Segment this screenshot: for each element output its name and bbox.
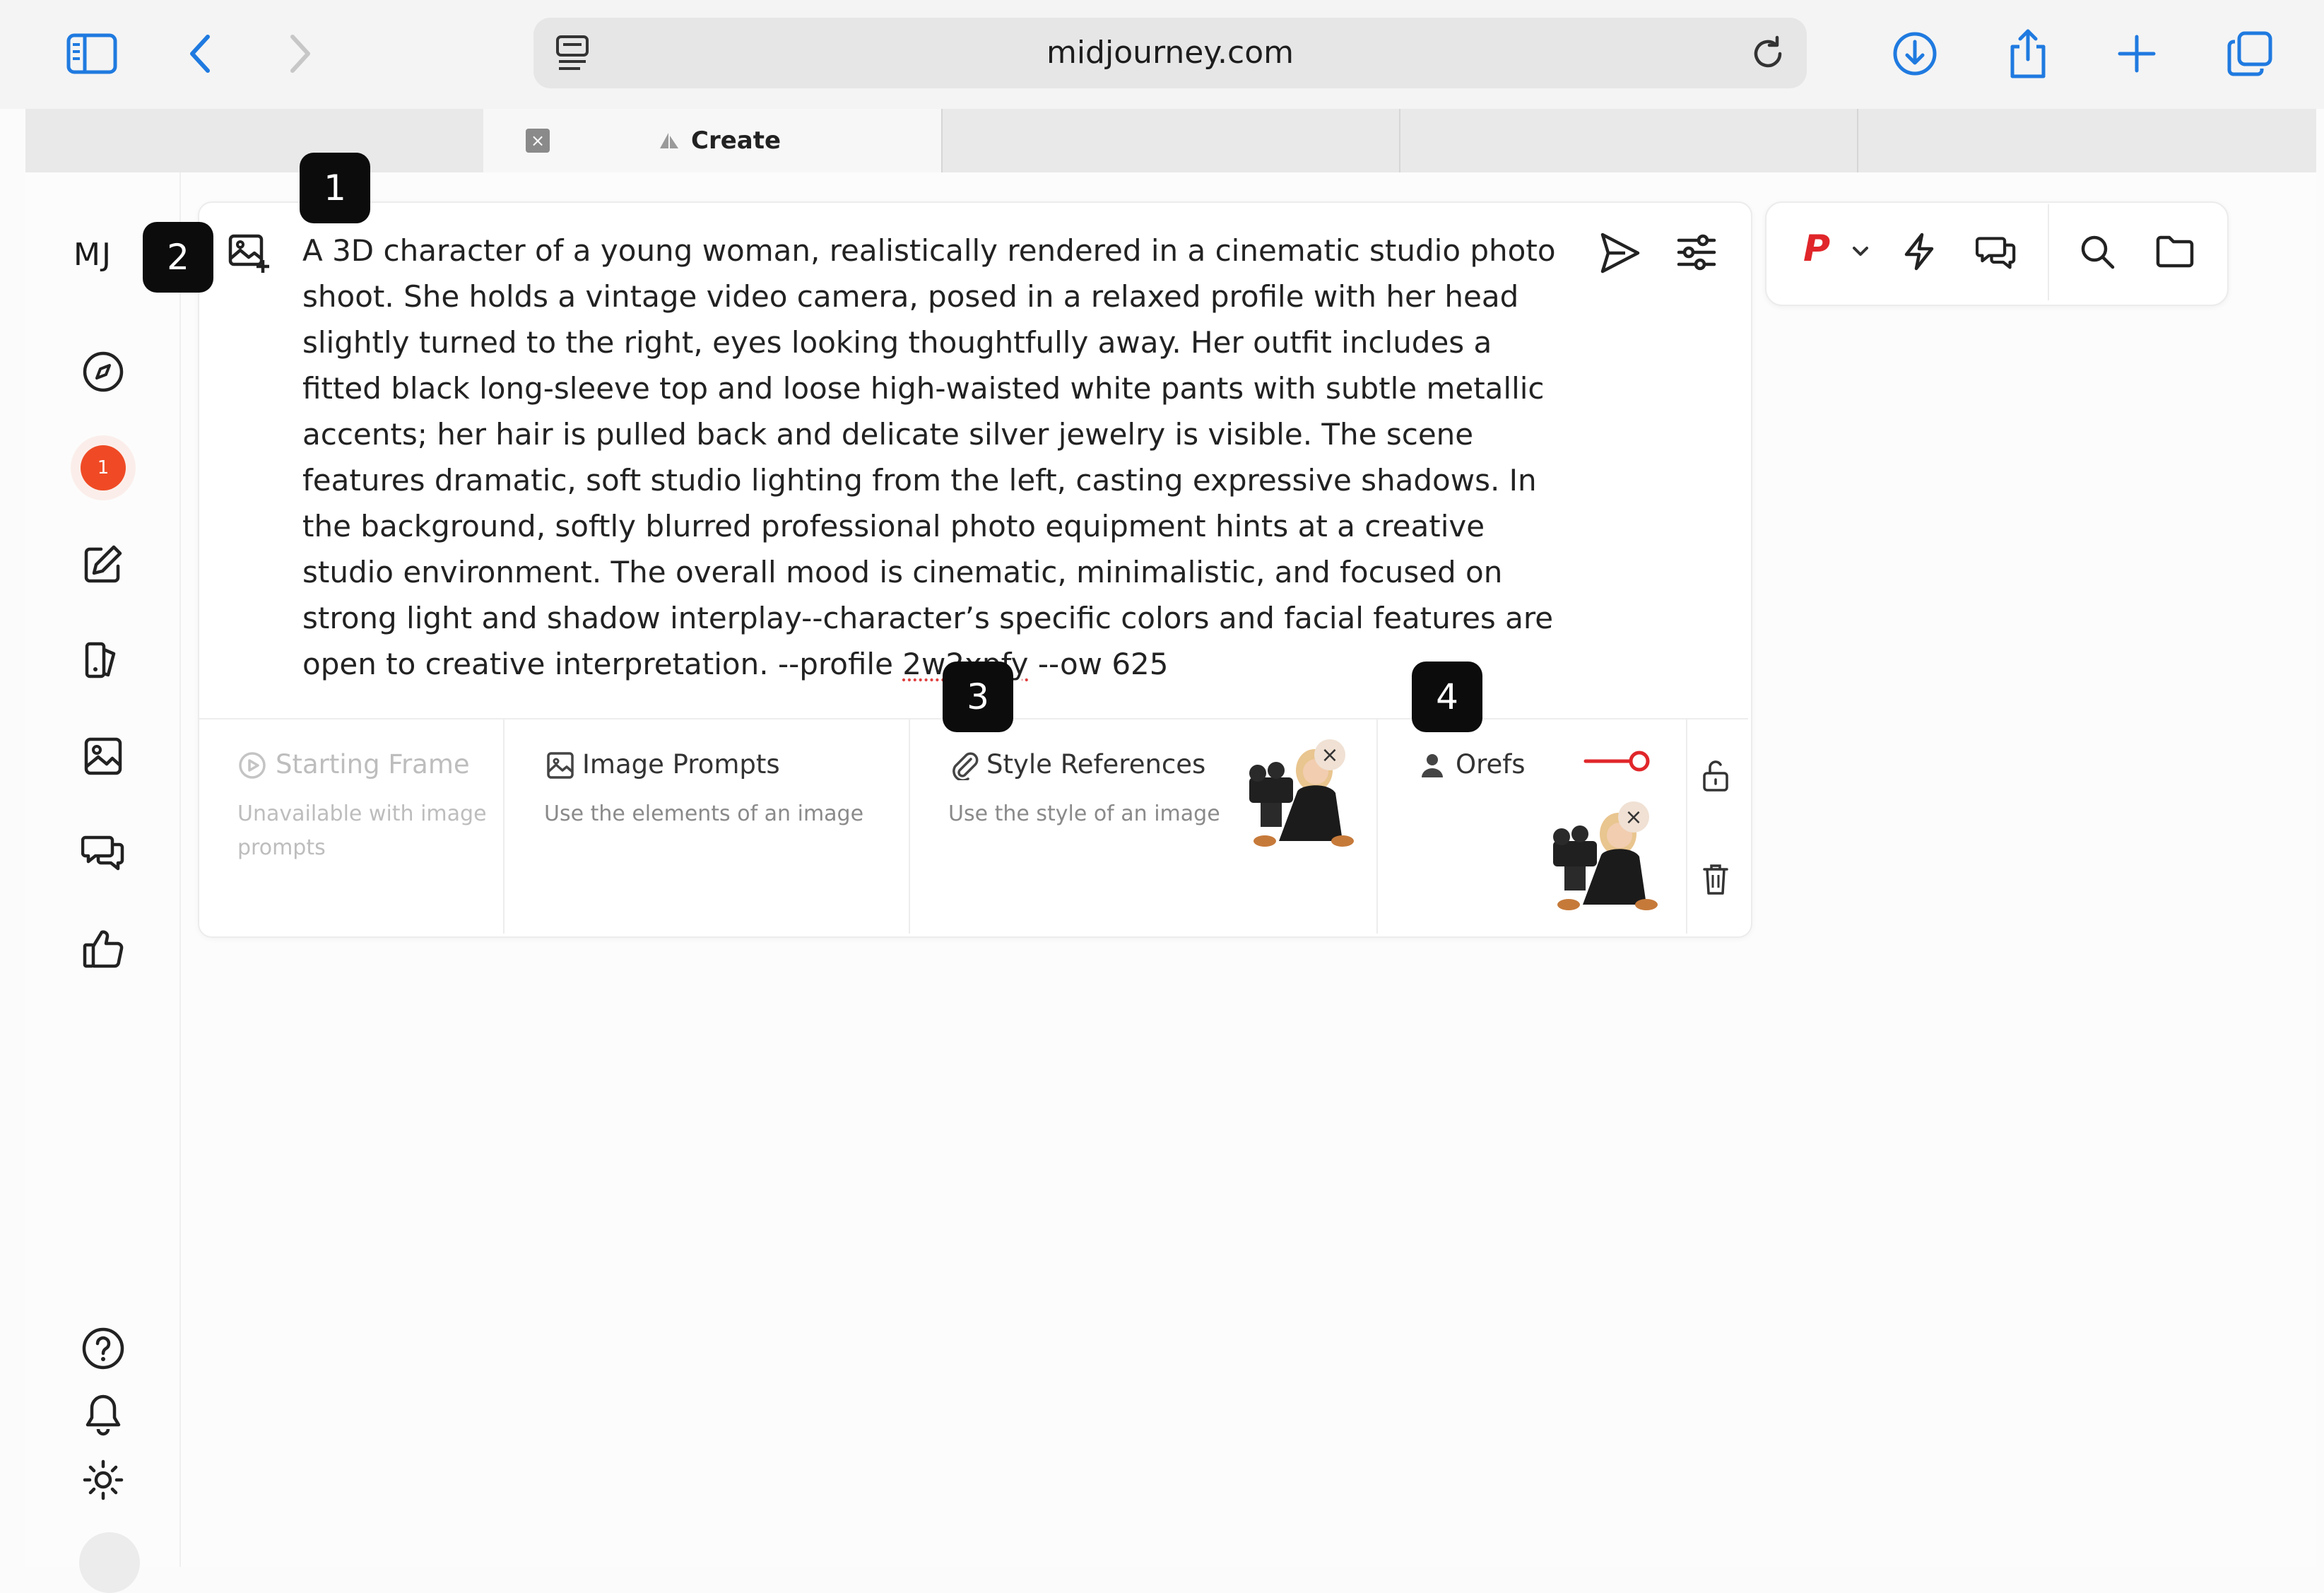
- add-image-icon[interactable]: [228, 232, 271, 276]
- back-icon[interactable]: [172, 25, 229, 82]
- annotation-badge-4: 4: [1412, 662, 1482, 732]
- tab-label: Create: [691, 127, 781, 155]
- organize-icon[interactable]: [73, 630, 133, 690]
- new-tab-icon[interactable]: [2108, 25, 2165, 82]
- style-reference-thumbnail[interactable]: ×: [1237, 735, 1357, 855]
- prompt-text-main: A 3D character of a young woman, realist…: [302, 233, 1556, 681]
- paperclip-icon: [950, 751, 979, 780]
- annotation-badge-3: 3: [943, 662, 1013, 732]
- notification-count: 1: [81, 445, 126, 490]
- chat-icon[interactable]: [1976, 233, 2017, 271]
- style-references-title: Style References: [986, 749, 1206, 780]
- section-divider: [1686, 719, 1687, 934]
- notification-badge[interactable]: 1: [73, 438, 133, 498]
- person-icon: [1417, 751, 1447, 780]
- search-icon[interactable]: [2077, 232, 2117, 271]
- personalize-label: P: [1803, 228, 1831, 270]
- share-icon[interactable]: [2000, 25, 2056, 82]
- sidebar-toggle-icon[interactable]: [64, 25, 120, 82]
- orefs-title: Orefs: [1456, 749, 1526, 780]
- tab-create[interactable]: × Create: [483, 109, 943, 172]
- omni-weight-slider[interactable]: [1583, 746, 1653, 776]
- midjourney-logo[interactable]: MJ: [73, 237, 112, 273]
- lock-icon[interactable]: [1700, 759, 1731, 793]
- settings-sliders-icon[interactable]: [1675, 230, 1718, 274]
- image-prompts-title: Image Prompts: [582, 749, 780, 780]
- tab-overview-icon[interactable]: [2222, 25, 2278, 82]
- image-prompt-icon: [545, 751, 575, 780]
- style-references-subtitle: Use the style of an image: [948, 801, 1220, 826]
- image-icon[interactable]: [73, 727, 133, 786]
- edit-icon[interactable]: [73, 534, 133, 594]
- compass-icon[interactable]: [73, 342, 133, 401]
- sun-icon[interactable]: [73, 1450, 133, 1510]
- annotation-badge-1: 1: [300, 153, 370, 223]
- trash-icon[interactable]: [1700, 862, 1731, 896]
- chevron-down-icon[interactable]: [1850, 243, 1871, 260]
- url-text[interactable]: midjourney.com: [533, 18, 1807, 88]
- address-bar[interactable]: midjourney.com: [533, 18, 1807, 88]
- starting-frame-title: Starting Frame: [276, 749, 470, 780]
- tab-empty[interactable]: [1399, 109, 1858, 172]
- bell-icon[interactable]: [73, 1385, 133, 1445]
- omni-reference-thumbnail[interactable]: ×: [1540, 799, 1661, 919]
- account-avatar[interactable]: [79, 1532, 140, 1593]
- help-icon[interactable]: [73, 1319, 133, 1378]
- folder-icon[interactable]: [2155, 233, 2195, 270]
- annotation-badge-2: 2: [143, 222, 213, 293]
- starting-frame-subtitle: Unavailable with image prompts: [237, 801, 487, 860]
- browser-toolbar: midjourney.com: [0, 0, 2324, 109]
- tab-empty[interactable]: [941, 109, 1400, 172]
- close-tab-icon[interactable]: ×: [526, 129, 550, 153]
- play-circle-icon: [237, 751, 267, 780]
- reload-icon[interactable]: [1749, 35, 1787, 73]
- sidebar-divider: [179, 172, 181, 1567]
- image-prompts-subtitle: Use the elements of an image: [544, 801, 864, 826]
- send-icon[interactable]: [1597, 230, 1642, 276]
- remove-style-reference-icon[interactable]: ×: [1314, 739, 1345, 770]
- tab-empty[interactable]: [25, 109, 485, 172]
- midjourney-favicon-icon: [657, 130, 681, 151]
- forward-icon[interactable]: [271, 25, 328, 82]
- thumbs-up-icon[interactable]: [73, 919, 133, 978]
- remove-omni-reference-icon[interactable]: ×: [1618, 801, 1649, 833]
- lightning-icon[interactable]: [1901, 232, 1937, 271]
- prompt-text-tail: --ow 625: [1028, 647, 1169, 681]
- personalize-button[interactable]: P: [1803, 228, 1830, 270]
- chat-icon[interactable]: [73, 823, 133, 882]
- download-icon[interactable]: [1887, 25, 1943, 82]
- toolbar-divider: [2048, 204, 2049, 300]
- prompt-input[interactable]: A 3D character of a young woman, realist…: [302, 228, 1574, 687]
